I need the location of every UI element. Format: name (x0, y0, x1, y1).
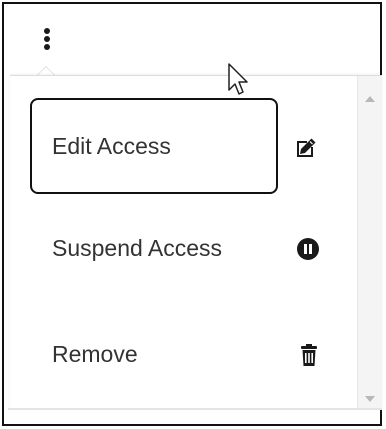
divider (8, 408, 382, 410)
trash-icon[interactable] (299, 343, 323, 367)
menu-item-edit-access[interactable]: Edit Access (30, 98, 278, 194)
menu-item-label: Suspend Access (52, 234, 223, 261)
scroll-down-arrow-icon[interactable] (365, 396, 375, 402)
menu-item-label: Remove (52, 340, 138, 367)
menu-scrollbar[interactable] (357, 76, 382, 410)
kebab-menu-icon[interactable] (38, 24, 58, 58)
menu-item-suspend-access[interactable]: Suspend Access (30, 216, 278, 280)
pause-circle-icon[interactable] (296, 237, 320, 261)
dropdown-frame: Edit Access Suspend Access Remove (2, 2, 382, 426)
menu-item-remove[interactable]: Remove (30, 322, 278, 386)
scroll-up-arrow-icon[interactable] (365, 96, 375, 102)
mouse-cursor (228, 63, 248, 95)
menu-item-label: Edit Access (52, 132, 171, 159)
edit-icon[interactable] (294, 136, 318, 160)
actions-menu: Edit Access Suspend Access Remove (10, 75, 382, 410)
